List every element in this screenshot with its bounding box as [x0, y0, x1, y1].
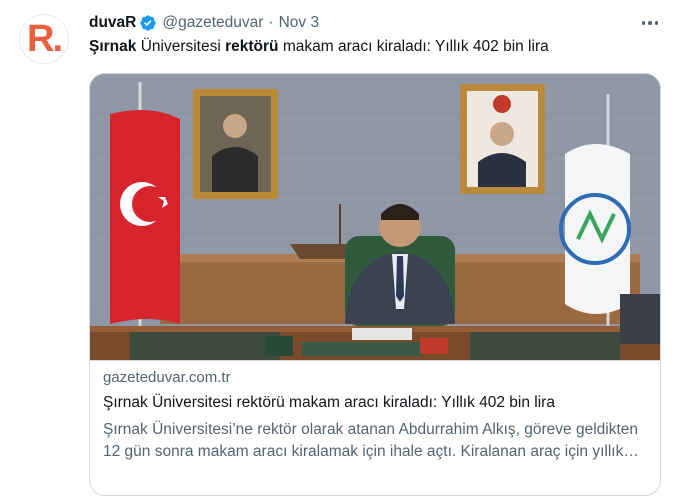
- tweet-text: Şırnak Üniversitesi rektörü makam aracı …: [89, 37, 549, 57]
- card-title: Şırnak Üniversitesi rektörü makam aracı …: [103, 394, 555, 411]
- office-photo-illustration: [90, 74, 660, 360]
- author-display-name[interactable]: duvaR: [89, 14, 136, 32]
- card-domain: gazeteduvar.com.tr: [103, 369, 231, 386]
- tweet-date[interactable]: Nov 3: [279, 14, 320, 32]
- card-info[interactable]: gazeteduvar.com.tr Şırnak Üniversitesi r…: [90, 360, 660, 495]
- more-options-icon[interactable]: [638, 13, 662, 33]
- tweet-text-segment-4: makam aracı kiraladı: Yıllık 402 bin lir…: [278, 38, 549, 55]
- card-image[interactable]: [90, 74, 660, 360]
- card-description: Şırnak Üniversitesi’ne rektör olarak ata…: [103, 421, 639, 460]
- author-avatar[interactable]: R.: [19, 14, 69, 64]
- tweet-text-segment-2: Üniversitesi: [136, 38, 226, 55]
- tweet-text-bold-1: Şırnak: [89, 38, 137, 55]
- link-card[interactable]: gazeteduvar.com.tr Şırnak Üniversitesi r…: [89, 73, 661, 496]
- avatar-logo-text: R.: [27, 18, 63, 60]
- separator-dot: ·: [268, 14, 274, 31]
- verified-badge-icon: [140, 15, 157, 31]
- tweet-text-bold-2: rektörü: [225, 38, 279, 55]
- tweet[interactable]: R. duvaR @gazeteduvar · Nov 3 Şırnak Üni…: [0, 0, 683, 501]
- tweet-header: duvaR @gazeteduvar · Nov 3: [89, 12, 319, 34]
- author-handle[interactable]: @gazeteduvar: [162, 14, 263, 32]
